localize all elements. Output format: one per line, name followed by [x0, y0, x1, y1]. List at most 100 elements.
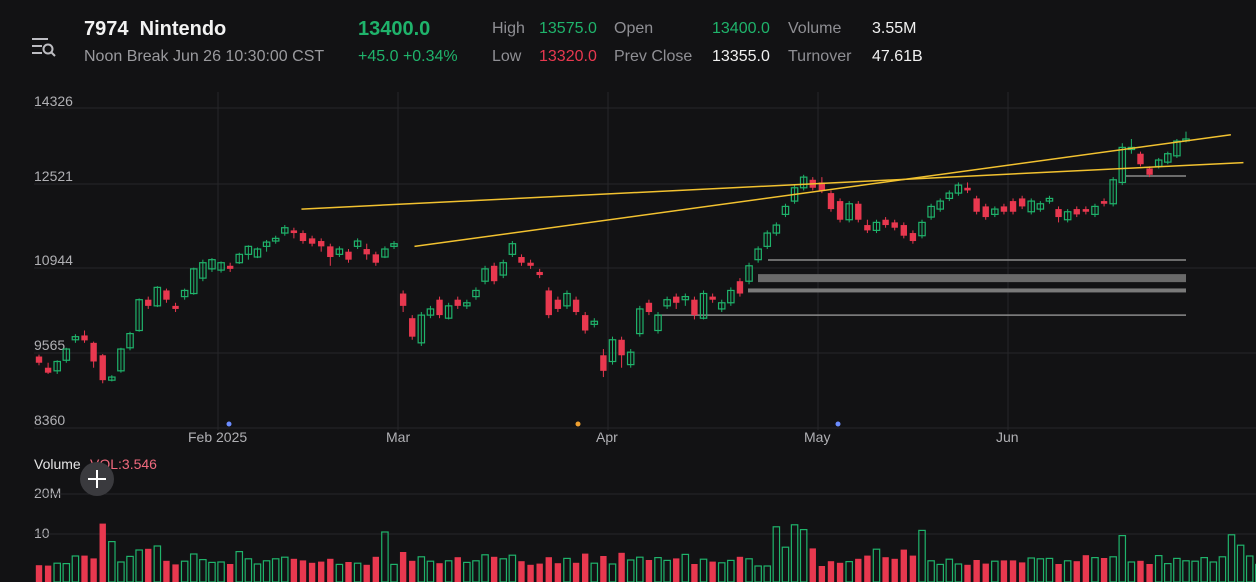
support-zone: [748, 288, 1186, 293]
volume-bar: [1200, 556, 1208, 582]
candle: [1045, 195, 1054, 204]
volume-bar: [709, 561, 716, 582]
volume-bar: [818, 566, 826, 582]
candle: [982, 203, 989, 220]
candle: [454, 296, 461, 309]
candle: [736, 278, 744, 297]
volume-bar: [964, 564, 971, 582]
volume-bar: [1045, 557, 1054, 582]
candle: [1127, 138, 1136, 154]
candle: [426, 305, 435, 319]
volume-bar: [600, 556, 607, 582]
volume-bar: [673, 558, 680, 582]
candle: [626, 349, 635, 368]
volume-bar: [262, 560, 271, 582]
candle: [1009, 198, 1017, 215]
volume-bar: [217, 561, 225, 582]
candle-body: [436, 299, 443, 316]
candle: [1000, 203, 1008, 215]
candle-body: [1009, 201, 1017, 212]
volume-bar: [582, 553, 589, 582]
volume-bar: [163, 560, 170, 582]
volume-bar: [618, 552, 625, 582]
candle: [709, 293, 716, 303]
candle: [1109, 177, 1117, 207]
candle: [909, 230, 917, 244]
volume-bar: [463, 561, 471, 582]
volume-bar: [180, 560, 189, 582]
candle: [945, 190, 954, 202]
candle: [845, 201, 853, 223]
candle: [563, 290, 571, 309]
candle: [508, 241, 517, 258]
candle: [545, 287, 552, 319]
candle-body: [145, 299, 152, 306]
candle: [1137, 151, 1144, 167]
candle: [208, 258, 216, 272]
candle-body: [827, 193, 835, 210]
volume-bar: [727, 559, 735, 582]
volume-bar: [426, 560, 435, 582]
candle: [827, 190, 835, 212]
candle-body: [345, 251, 352, 260]
volume-bar: [1218, 556, 1227, 582]
event-marker: [226, 421, 232, 427]
volume-bar: [872, 548, 881, 582]
volume-bar: [454, 557, 461, 582]
candle-body: [554, 299, 562, 309]
candle: [727, 287, 735, 306]
candle: [872, 219, 881, 234]
volume-bar: [518, 561, 525, 582]
volume-bar: [290, 558, 298, 582]
candle: [99, 354, 106, 384]
candle: [318, 238, 325, 252]
candle: [864, 219, 871, 234]
candle-body: [1137, 153, 1144, 165]
volume-bar: [280, 556, 289, 582]
candle: [527, 259, 534, 269]
candle-body: [527, 262, 534, 266]
volume-bar: [372, 556, 380, 582]
candle: [772, 222, 781, 236]
candle: [126, 331, 134, 351]
candle: [618, 336, 625, 368]
volume-bar: [235, 550, 244, 582]
candle-body: [35, 356, 43, 363]
price-chart[interactable]: 14326 12521 10944 9565 8360 Feb 2025 Mar Apr May…: [0, 0, 1256, 582]
candle: [81, 330, 88, 343]
volume-bar: [253, 563, 262, 582]
volume-bar: [927, 560, 935, 582]
volume-bar: [781, 546, 790, 582]
volume-bar: [199, 558, 207, 582]
volume-bar: [836, 562, 844, 582]
candle: [135, 298, 143, 332]
volume-bar: [1063, 560, 1072, 582]
x-tick-label: Apr: [596, 429, 618, 445]
volume-bar: [1036, 558, 1045, 582]
candle: [353, 238, 362, 250]
volume-bar: [226, 564, 234, 582]
candle-body: [299, 233, 307, 242]
candle: [554, 296, 562, 313]
volume-bar: [763, 565, 772, 582]
y-tick-label: 12521: [34, 168, 73, 184]
volume-bar: [799, 528, 808, 582]
volume-bar: [399, 552, 407, 582]
candle: [217, 261, 225, 273]
candle: [71, 334, 80, 343]
plus-icon[interactable]: [80, 462, 114, 496]
candle: [654, 312, 662, 334]
volume-bar: [1082, 555, 1090, 582]
volume-bar: [1227, 534, 1236, 582]
volume-bar: [645, 560, 653, 582]
candle: [973, 195, 980, 215]
volume-bar: [608, 563, 617, 582]
candle: [280, 225, 289, 236]
x-tick-label: May: [804, 429, 830, 445]
candle-body: [1018, 198, 1026, 207]
candle-body: [454, 299, 461, 306]
x-tick-label: Feb 2025: [188, 429, 247, 445]
x-tick-label: Jun: [996, 429, 1019, 445]
candle: [490, 262, 498, 285]
volume-bar: [271, 558, 280, 582]
